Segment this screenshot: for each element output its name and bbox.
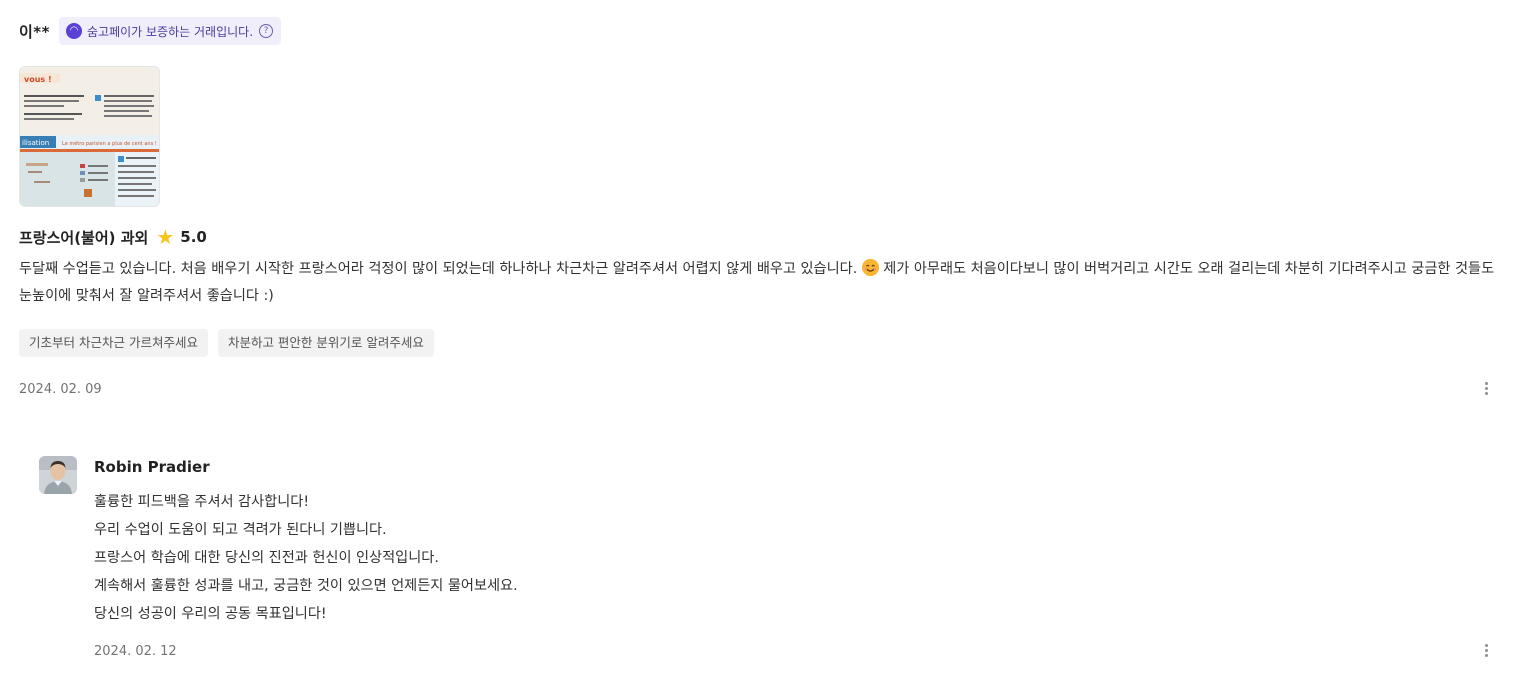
reviewer-name: 이** xyxy=(19,22,50,41)
review-tag: 차분하고 편안한 분위기로 알려주세요 xyxy=(217,329,434,357)
pay-badge-text: 숨고페이가 보증하는 거래입니다. xyxy=(87,24,254,39)
review-more-options-icon[interactable] xyxy=(1476,380,1496,400)
review-text: 두달째 수업듣고 있습니다. 처음 배우기 시작한 프랑스어라 걱정이 많이 되… xyxy=(19,256,1503,310)
rating-value: 5.0 xyxy=(180,228,207,246)
question-circle-icon[interactable]: ? xyxy=(259,24,274,38)
svg-text:ilisation: ilisation xyxy=(22,139,49,147)
reply-more-options-icon[interactable] xyxy=(1476,642,1496,662)
avatar xyxy=(39,456,77,494)
reply-line: 계속해서 훌륭한 성과를 내고, 궁금한 것이 있으면 언제든지 물어보세요. xyxy=(94,578,518,594)
reply-line: 프랑스어 학습에 대한 당신의 진전과 헌신이 인상적입니다. xyxy=(94,550,439,566)
reply-line: 우리 수업이 도움이 되고 격려가 된다니 기쁩니다. xyxy=(94,522,387,538)
reply-line: 훌륭한 피드백을 주셔서 감사합니다! xyxy=(94,494,310,510)
review-tags: 기초부터 차근차근 가르쳐주세요 차분하고 편안한 분위기로 알려주세요 xyxy=(19,329,444,357)
review-date: 2024. 02. 09 xyxy=(19,382,102,397)
review-photo[interactable]: vous ! ilisation Le métro parisien a plu… xyxy=(19,66,160,207)
service-title-row: 프랑스어(불어) 과외 ★ 5.0 xyxy=(19,225,207,249)
svg-text:Le métro parisien a plus de ce: Le métro parisien a plus de cent ans ! xyxy=(62,140,157,147)
review-photo-image-icon: vous ! ilisation Le métro parisien a plu… xyxy=(20,67,159,206)
reply-text: 훌륭한 피드백을 주셔서 감사합니다! 우리 수업이 도움이 되고 격려가 된다… xyxy=(94,488,518,628)
svg-text:vous !: vous ! xyxy=(24,75,52,84)
review-text-part-1: 두달째 수업듣고 있습니다. 처음 배우기 시작한 프랑스어라 걱정이 많이 되… xyxy=(19,261,858,277)
reply-date: 2024. 02. 12 xyxy=(94,644,177,659)
avatar-image-icon xyxy=(39,456,77,494)
smiling-face-emoji-icon xyxy=(861,259,879,276)
star-icon: ★ xyxy=(156,225,175,249)
reply-line: 당신의 성공이 우리의 공동 목표입니다! xyxy=(94,606,327,622)
reviewer-row: 이** ◠ 숨고페이가 보증하는 거래입니다. ? xyxy=(19,17,282,45)
pay-guarantee-badge: ◠ 숨고페이가 보증하는 거래입니다. ? xyxy=(59,17,282,45)
service-name: 프랑스어(불어) 과외 xyxy=(19,228,149,247)
soomgo-pay-logo-icon: ◠ xyxy=(66,23,82,39)
reply-author-name: Robin Pradier xyxy=(94,458,210,476)
review-tag: 기초부터 차근차근 가르쳐주세요 xyxy=(19,329,208,357)
